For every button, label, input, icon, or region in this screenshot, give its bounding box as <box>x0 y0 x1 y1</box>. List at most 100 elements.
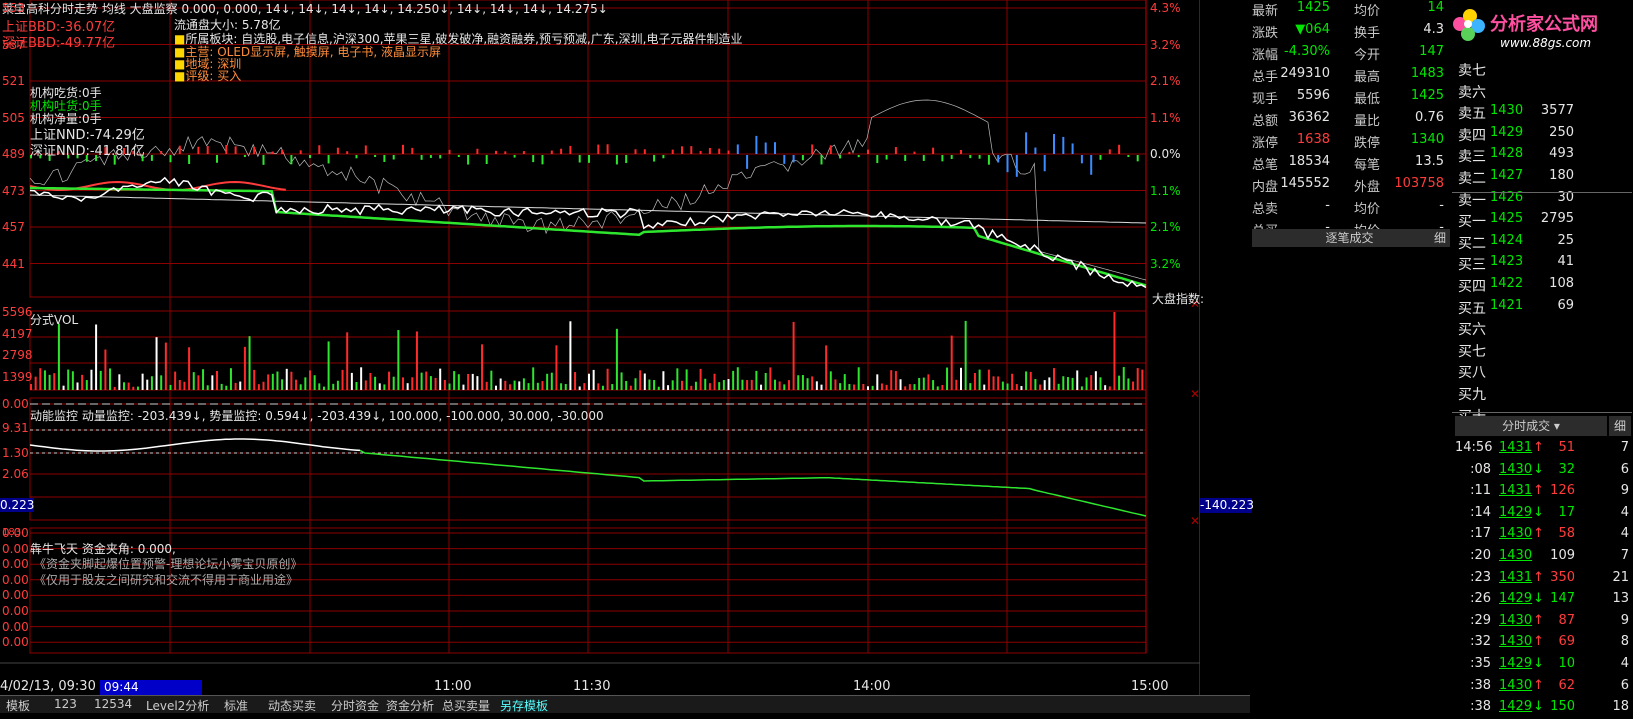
tab-9[interactable]: 另存模板 <box>494 697 554 714</box>
quote-value: 145552 <box>1280 176 1330 191</box>
tab-0[interactable]: 模板 <box>0 697 36 714</box>
tab-2[interactable]: 12534 <box>88 697 138 711</box>
volume-bar <box>648 379 651 390</box>
quote-value: 0.76 <box>1415 110 1444 125</box>
time-sales-detail-button[interactable]: 细 <box>1609 416 1631 436</box>
price-axis-label: 473 <box>2 183 25 198</box>
volume-bar <box>1020 386 1023 390</box>
volume-bar <box>880 383 883 390</box>
time-tick: 11:30 <box>573 679 611 694</box>
volume-bar <box>932 380 935 390</box>
trades-by-tick-button[interactable]: 逐笔成交 <box>1252 229 1447 247</box>
volume-bar <box>950 335 953 390</box>
volume-bar <box>481 344 484 390</box>
orderbook-label: 卖七 <box>1458 63 1486 79</box>
flow-bar <box>801 155 804 161</box>
volume-bar <box>360 367 363 390</box>
volume-bar <box>1090 375 1093 390</box>
orderbook-volume: 2795 <box>1540 211 1574 227</box>
intraday-chart[interactable]: ✕✕✕ <box>0 0 1200 712</box>
tab-4[interactable]: 标准 <box>218 697 254 714</box>
flow-bar <box>1015 155 1018 177</box>
volume-bar <box>885 384 888 390</box>
fund-axis-label: 0.00 <box>2 541 29 556</box>
volume-bar <box>606 368 609 390</box>
flow-bar <box>234 146 237 154</box>
volume-bar <box>983 384 986 390</box>
time-axis-start: 4/02/13, 09:30 <box>0 679 96 694</box>
volume-bar <box>197 375 200 390</box>
volume-bar <box>1025 371 1028 390</box>
quote-value: - <box>1325 198 1330 213</box>
flow-bar <box>420 155 423 160</box>
tab-1[interactable]: 123 <box>48 697 83 711</box>
flow-bar <box>504 151 507 154</box>
fund-axis-label: 0.00 <box>2 604 29 618</box>
volume-bar <box>160 375 163 390</box>
flow-bar <box>969 155 972 159</box>
close-icon[interactable]: ✕ <box>1190 514 1200 528</box>
time-sales-tab[interactable]: 分时成交 ▾ <box>1455 416 1607 436</box>
volume-bar <box>99 370 102 390</box>
orderbook-volume: 3577 <box>1540 103 1574 119</box>
flow-bar <box>662 155 665 159</box>
tick-direction-icon: ↑ <box>1533 526 1544 542</box>
volume-bar <box>57 323 60 390</box>
volume-bar <box>1094 371 1097 390</box>
fund-axis-label: 0.00 <box>2 557 29 572</box>
volume-bar <box>853 384 856 390</box>
volume-bar <box>113 386 116 390</box>
tick-time: :08 <box>1470 461 1491 477</box>
tab-3[interactable]: Level2分析 <box>140 697 215 714</box>
volume-bar <box>708 383 711 390</box>
tab-7[interactable]: 资金分析 <box>380 697 440 714</box>
flow-bar <box>960 149 962 154</box>
volume-bar <box>676 368 679 390</box>
flow-bar <box>281 149 284 154</box>
volume-bar <box>1141 369 1144 390</box>
tick-direction-icon: ↑ <box>1533 483 1544 499</box>
fund-note-2: 《仅用于股友之间研究和交流不得用于商业用途》 <box>34 573 299 587</box>
volume-bar <box>806 378 809 390</box>
quote-value: 249310 <box>1280 66 1330 81</box>
flow-bar <box>1053 134 1055 154</box>
tick-price: 1429 <box>1499 591 1533 607</box>
template-tab-bar: 模板 123 12534 Level2分析 标准 动态买卖 分时资金 资金分析 总买卖量 另存模板 <box>0 695 1250 713</box>
flow-bar <box>625 155 628 164</box>
volume-bar <box>908 384 911 390</box>
tick-direction-icon: ↑ <box>1533 634 1544 650</box>
tab-5[interactable]: 动态买卖 <box>262 697 322 714</box>
fund-axis-label: 0.00 <box>2 572 29 587</box>
orderbook-label: 卖三 <box>1458 149 1486 166</box>
volume-bar <box>527 383 530 390</box>
tick-row: :29 1430 ↑ 87 9 <box>1455 611 1633 633</box>
orderbook-label: 买九 <box>1458 387 1486 403</box>
orderbook-price: 1424 <box>1490 232 1524 248</box>
flow-bar <box>569 145 572 154</box>
volume-bar <box>453 371 456 390</box>
flow-bar <box>978 155 981 159</box>
volume-bar <box>290 371 293 390</box>
volume-bar <box>183 381 186 390</box>
tick-direction-icon: ↓ <box>1533 461 1544 477</box>
quote-row: 涨幅 -4.30% 今开 147 <box>1250 42 1450 64</box>
tick-count: 7 <box>1620 548 1629 563</box>
flow-bar <box>522 151 525 154</box>
quote-value: 1425 <box>1296 0 1330 15</box>
tick-count: 4 <box>1620 656 1629 671</box>
volume-bar <box>518 381 521 390</box>
tick-time: :32 <box>1470 634 1491 650</box>
tick-row: :23 1431 ↑ 350 21 <box>1455 568 1633 590</box>
volume-bar <box>1001 381 1004 390</box>
quote-label: 总手 <box>1252 70 1279 85</box>
close-icon[interactable]: ✕ <box>1190 387 1200 401</box>
volume-bar <box>890 370 893 390</box>
trades-detail-button[interactable]: 细 <box>1430 229 1450 247</box>
volume-bar <box>1076 370 1079 390</box>
flow-bar <box>271 151 274 154</box>
tick-row: :11 1431 ↑ 126 9 <box>1455 481 1633 503</box>
tab-8[interactable]: 总买卖量 <box>436 697 496 714</box>
tab-6[interactable]: 分时资金 <box>325 697 385 714</box>
quote-label: 量比 <box>1354 114 1381 129</box>
flow-bar <box>848 151 851 154</box>
